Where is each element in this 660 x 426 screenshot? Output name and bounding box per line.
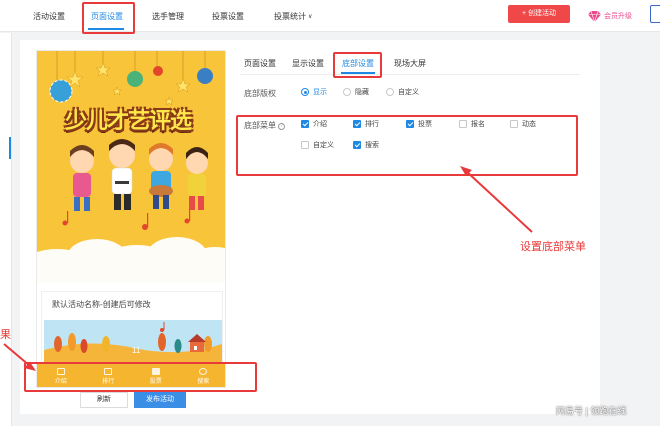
nav-vote-statistics-label: 投票统计 (274, 12, 306, 21)
diamond-icon (588, 10, 601, 22)
activity-info-card: 默认活动名称-创建后可修改 11 (41, 291, 223, 363)
nav-vote-statistics[interactable]: 投票统计 ∨ (274, 11, 312, 22)
radio-selected (301, 88, 309, 96)
sidebar-active-marker (9, 137, 11, 159)
highlight-bottom-menu-options (236, 115, 578, 176)
copyright-option-hide[interactable]: 隐藏 (343, 87, 369, 97)
device-icon[interactable] (650, 5, 660, 23)
tab-display-settings[interactable]: 显示设置 (292, 58, 324, 69)
option-label: 隐藏 (355, 89, 369, 96)
bottom-copyright-label: 底部版权 (244, 89, 276, 98)
publish-activity-button[interactable]: 发布活动 (134, 392, 186, 408)
option-label: 自定义 (398, 89, 419, 96)
autumn-scene-image (44, 320, 222, 362)
sidebar (0, 33, 12, 426)
refresh-button[interactable]: 刷新 (80, 392, 128, 408)
radio (386, 88, 394, 96)
annotation-set-bottom-menu: 设置底部菜单 (520, 241, 586, 253)
mobile-preview: 少儿才艺评选 默认活动名称-创建后可修改 11 介绍 排行 投票 搜索 (36, 50, 226, 388)
highlight-bottom-settings-tab (333, 52, 382, 78)
event-poster: 少儿才艺评选 (37, 51, 225, 283)
nav-activity-settings[interactable]: 活动设置 (33, 11, 65, 22)
option-label: 显示 (313, 89, 327, 96)
member-upgrade-label: 会员升级 (604, 13, 632, 20)
nav-contestant-management[interactable]: 选手管理 (152, 11, 184, 22)
card-number: 11 (132, 346, 141, 355)
copyright-option-show[interactable]: 显示 (301, 87, 327, 97)
member-upgrade-link[interactable]: 会员升级 (588, 9, 632, 23)
tab-live-screen[interactable]: 现场大屏 (394, 58, 426, 69)
highlight-preview-bottom-menu (24, 362, 257, 392)
copyright-option-custom[interactable]: 自定义 (386, 87, 419, 97)
highlight-page-settings-nav (82, 2, 135, 34)
activity-name: 默认活动名称-创建后可修改 (52, 300, 151, 309)
annotation-edge-fragment: 果 (0, 329, 11, 341)
nav-vote-settings[interactable]: 投票设置 (212, 11, 244, 22)
poster-illustration (37, 51, 225, 283)
poster-title: 少儿才艺评选 (65, 108, 192, 133)
card-illustration: 11 (44, 320, 222, 362)
radio (343, 88, 351, 96)
create-activity-button[interactable]: + 创建活动 (508, 5, 570, 23)
tab-divider (240, 74, 580, 75)
tab-page-settings[interactable]: 页面设置 (244, 58, 276, 69)
chevron-down-icon: ∨ (308, 14, 313, 20)
watermark: 网易号 | 领跑在线 (556, 406, 627, 416)
